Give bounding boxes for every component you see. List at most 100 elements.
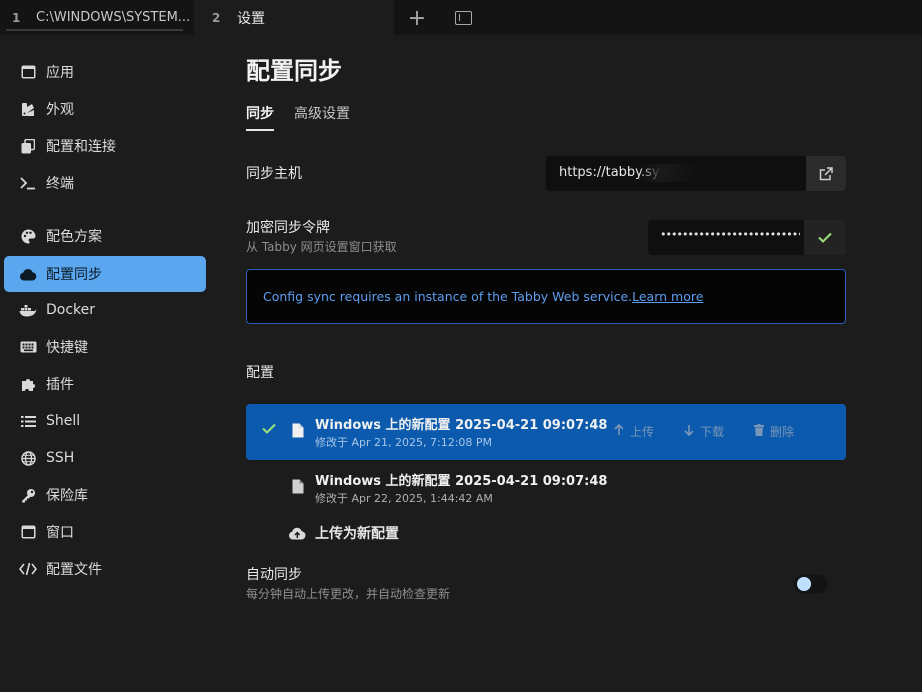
puzzle-icon [19, 375, 37, 393]
sidebar-item-vault[interactable]: 保险库 [4, 477, 206, 513]
sidebar-item-profiles[interactable]: 配置和连接 [4, 128, 206, 164]
modified-date: Apr 21, 2025, 7:12:08 PM [351, 436, 493, 449]
configs-heading: 配置 [246, 365, 274, 381]
globe-icon [19, 449, 37, 467]
palette-icon [19, 227, 37, 245]
auto-sync-label: 自动同步 [246, 567, 302, 583]
upload-label: 上传 [630, 425, 655, 439]
docker-icon [19, 301, 37, 319]
config-modified: 修改于 Apr 22, 2025, 1:44:42 AM [315, 490, 493, 506]
delete-label: 删除 [770, 425, 795, 439]
sidebar-item-shell[interactable]: Shell [4, 403, 206, 439]
sync-host-label: 同步主机 [246, 166, 302, 182]
sidebar-item-label: 窗口 [46, 525, 74, 541]
config-modified: 修改于 Apr 21, 2025, 7:12:08 PM [315, 434, 492, 450]
arrow-up-icon [614, 423, 624, 439]
token-label: 加密同步令牌 [246, 220, 330, 236]
redaction-blur [638, 164, 698, 182]
sync-host-field[interactable]: https://tabby.sy [546, 156, 846, 191]
sidebar-item-label: 快捷键 [46, 340, 88, 356]
plus-icon: + [407, 5, 427, 31]
web-service-alert: Config sync requires an instance of the … [246, 269, 846, 324]
sidebar-item-label: 外观 [46, 102, 74, 118]
sidebar-item-docker[interactable]: Docker [4, 292, 206, 328]
modified-prefix: 修改于 [315, 492, 348, 505]
terminal-icon [19, 174, 37, 192]
sidebar-item-terminal[interactable]: 终端 [4, 165, 206, 201]
token-hint: 从 Tabby 网页设置窗口获取 [246, 240, 397, 254]
tab-title: C:\WINDOWS\SYSTEM... [36, 10, 191, 25]
config-list-item[interactable]: Windows 上的新配置 2025-04-21 09:07:48 修改于 Ap… [246, 460, 846, 516]
confirm-token-button[interactable] [804, 220, 846, 255]
config-name: Windows 上的新配置 2025-04-21 09:07:48 [315, 418, 608, 433]
app-window-icon [19, 63, 37, 81]
learn-more-link[interactable]: Learn more [632, 289, 703, 304]
sidebar-item-ssh[interactable]: SSH [4, 440, 206, 476]
upload-as-new-config-button[interactable]: 上传为新配置 [288, 523, 399, 543]
paint-icon [19, 100, 37, 118]
page-title: 配置同步 [246, 57, 342, 85]
token-value: •••••••••••••••••••••••••••••••••••••• [660, 228, 800, 241]
open-host-button[interactable] [806, 156, 846, 191]
download-label: 下载 [700, 425, 725, 439]
tab-title: 设置 [237, 10, 265, 27]
tab-terminal[interactable]: 1 C:\WINDOWS\SYSTEM... [0, 0, 193, 35]
sidebar-item-appearance[interactable]: 外观 [4, 91, 206, 127]
tab-sync[interactable]: 同步 [246, 103, 274, 131]
sidebar-item-label: Shell [46, 413, 81, 429]
external-link-icon [819, 166, 833, 180]
token-field[interactable]: •••••••••••••••••••••••••••••••••••••• [648, 220, 846, 255]
sidebar-item-application[interactable]: 应用 [4, 54, 206, 90]
tab-bar: 1 C:\WINDOWS\SYSTEM... 2 设置 + [0, 0, 922, 35]
sidebar-item-plugins[interactable]: 插件 [4, 366, 206, 402]
arrow-down-icon [684, 424, 694, 439]
config-name: Windows 上的新配置 2025-04-21 09:07:48 [315, 474, 608, 489]
upload-button[interactable]: 上传 [614, 423, 654, 440]
sidebar-item-label: 插件 [46, 377, 74, 393]
keyboard-icon [19, 338, 37, 356]
window-icon [19, 523, 37, 541]
sidebar-item-label: 终端 [46, 176, 74, 192]
sidebar-item-label: 配色方案 [46, 229, 102, 245]
sidebar-item-config-file[interactable]: 配置文件 [4, 551, 206, 587]
sidebar-item-config-sync[interactable]: 配置同步 [4, 256, 206, 292]
auto-sync-toggle[interactable] [794, 574, 828, 594]
toggle-knob [797, 577, 811, 591]
upload-new-label: 上传为新配置 [315, 526, 399, 542]
new-tab-button[interactable]: + [404, 5, 430, 31]
window-icon [454, 11, 472, 25]
check-icon [818, 232, 832, 243]
config-list-item[interactable]: Windows 上的新配置 2025-04-21 09:07:48 修改于 Ap… [246, 404, 846, 460]
sidebar-item-color-scheme[interactable]: 配色方案 [4, 218, 206, 254]
file-icon [292, 423, 304, 438]
tab-progress-line [6, 29, 183, 31]
code-icon [19, 560, 37, 578]
auto-sync-hint: 每分钟自动上传更改，并自动检查更新 [246, 587, 451, 601]
sidebar-item-label: 应用 [46, 65, 74, 81]
profiles-menu-button[interactable] [450, 5, 476, 31]
tab-advanced-settings[interactable]: 高级设置 [294, 103, 350, 123]
sidebar-item-label: 保险库 [46, 488, 88, 504]
modified-date: Apr 22, 2025, 1:44:42 AM [351, 492, 493, 505]
cloud-upload-icon [288, 527, 306, 540]
copy-icon [19, 137, 37, 155]
download-button[interactable]: 下载 [684, 423, 724, 440]
sidebar-item-label: 配置和连接 [46, 139, 116, 155]
alert-text: Config sync requires an instance of the … [263, 289, 633, 304]
tab-number: 2 [212, 10, 221, 25]
list-icon [19, 412, 37, 430]
sidebar-item-label: SSH [46, 450, 75, 466]
modified-prefix: 修改于 [315, 436, 348, 449]
delete-button[interactable]: 删除 [754, 423, 794, 440]
tab-settings[interactable]: 2 设置 [194, 0, 394, 35]
config-actions: 上传 下载 删除 [614, 423, 824, 440]
sidebar-item-hotkeys[interactable]: 快捷键 [4, 329, 206, 365]
sidebar-item-label: Docker [46, 302, 96, 318]
key-icon [19, 486, 37, 504]
sidebar-item-label: 配置文件 [46, 562, 102, 578]
sidebar-item-label: 配置同步 [46, 267, 102, 283]
sidebar-item-window[interactable]: 窗口 [4, 514, 206, 550]
trash-icon [754, 424, 765, 439]
cloud-icon [19, 265, 37, 283]
check-icon [262, 423, 276, 434]
